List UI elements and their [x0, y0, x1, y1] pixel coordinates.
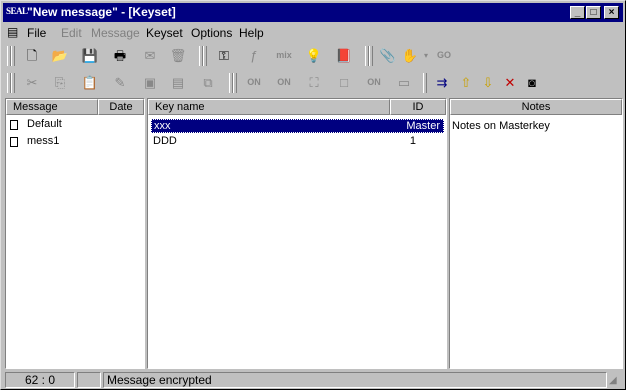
menu-edit[interactable]: Edit	[61, 26, 82, 40]
minimize-button[interactable]: _	[570, 6, 585, 19]
key-icon[interactable]: ⚿	[215, 47, 233, 65]
table-row[interactable]: DDD 1	[151, 134, 444, 149]
key-name-cell: xxx	[154, 120, 171, 132]
column-header-message[interactable]: Message	[6, 99, 98, 115]
menu-help[interactable]: Help	[239, 26, 264, 40]
decrypt-on-icon[interactable]: ON	[275, 78, 293, 96]
duplicate-icon[interactable]: ⧉	[199, 74, 217, 92]
main-window: SEAL "New message" - [Keyset] _ □ × ▤ Fi…	[0, 0, 626, 390]
menu-options[interactable]: Options	[191, 26, 232, 40]
column-header-key-name[interactable]: Key name	[148, 99, 390, 115]
menu-bar: ▤ File Edit Message Keyset Options Help	[3, 23, 623, 41]
toolbar-main: 🗋 📂 💾 🖶 ✉ 🗑 ⚿ ƒ mix 💡 📕 📎 ✋ ▾ GO	[3, 43, 623, 69]
book-icon[interactable]: 📕	[335, 47, 353, 65]
list-item-label: Default	[27, 118, 62, 130]
properties-icon[interactable]: ◙	[523, 74, 541, 92]
status-message: Message encrypted	[103, 372, 607, 388]
sign-icon[interactable]: ▣	[141, 74, 159, 92]
document-menu-icon[interactable]: ▤	[7, 25, 18, 39]
copy-icon[interactable]: ⎘	[51, 74, 69, 92]
dropdown-arrow-icon[interactable]: ▾	[417, 47, 435, 65]
list-item-label: mess1	[27, 135, 60, 147]
trash-icon[interactable]: 🗑	[169, 47, 187, 65]
panel-icon[interactable]: ▭	[395, 74, 413, 92]
function-icon[interactable]: ƒ	[245, 47, 263, 65]
arrow-down-icon[interactable]: ⇩	[479, 74, 497, 92]
key-name-cell: DDD	[153, 135, 177, 147]
toolbar-grip[interactable]	[369, 46, 373, 66]
compress-on-icon[interactable]: ON	[365, 78, 383, 96]
document-icon[interactable]: ▤	[169, 74, 187, 92]
import-key-icon[interactable]: ⇉	[433, 74, 451, 92]
toolbar-grip[interactable]	[423, 73, 427, 93]
paste-icon[interactable]: 📋	[81, 74, 99, 92]
go-icon[interactable]: GO	[435, 51, 453, 69]
list-item[interactable]: mess1	[6, 134, 144, 149]
table-row[interactable]: xxx Master	[151, 119, 444, 133]
frame-icon[interactable]: ⛶	[305, 74, 323, 92]
mail-icon[interactable]: ✉	[141, 47, 159, 65]
status-bar: 62 : 0 Message encrypted ◢	[3, 371, 623, 389]
key-id-cell: 1	[409, 135, 416, 147]
toolbar-grip[interactable]	[11, 73, 15, 93]
lightbulb-icon[interactable]: 💡	[305, 47, 323, 65]
column-header-date[interactable]: Date	[98, 99, 144, 115]
encrypt-on-icon[interactable]: ON	[245, 78, 263, 96]
delete-icon[interactable]: ✕	[501, 74, 519, 92]
cut-icon[interactable]: ✂	[23, 74, 41, 92]
message-list-pane: Message Date Default mess1	[5, 98, 145, 369]
title-bar[interactable]: SEAL "New message" - [Keyset] _ □ ×	[3, 3, 623, 22]
toolbar-grip[interactable]	[203, 46, 207, 66]
key-id-cell: Master	[406, 120, 440, 132]
menu-file[interactable]: File	[27, 26, 46, 40]
resize-grip-icon[interactable]: ◢	[609, 375, 617, 386]
notes-text[interactable]: Notes on Masterkey	[452, 120, 550, 132]
mix-icon[interactable]: mix	[275, 51, 293, 69]
print-icon[interactable]: 🖶	[111, 47, 129, 65]
cursor-position: 62 : 0	[5, 372, 75, 388]
window-title: "New message" - [Keyset]	[27, 5, 176, 19]
open-folder-icon[interactable]: 📂	[51, 47, 69, 65]
pen-icon[interactable]: ✎	[111, 74, 129, 92]
notes-pane: Notes Notes on Masterkey	[449, 98, 623, 369]
new-file-icon[interactable]: 🗋	[23, 47, 41, 65]
key-list-pane: Key name ID xxx Master DDD 1	[147, 98, 447, 369]
save-icon[interactable]: 💾	[81, 47, 99, 65]
menu-message[interactable]: Message	[91, 26, 140, 40]
toolbar-grip[interactable]	[11, 46, 15, 66]
toolbar-edit: ✂ ⎘ 📋 ✎ ▣ ▤ ⧉ ON ON ⛶ □ ON ▭ ⇉ ⇧ ⇩ ✕ ◙	[3, 70, 623, 96]
status-indicator	[77, 372, 101, 388]
paperclip-icon[interactable]: 📎	[379, 47, 397, 65]
square-icon[interactable]: □	[335, 74, 353, 92]
document-icon	[10, 120, 18, 130]
notes-header: Notes	[450, 99, 622, 115]
maximize-button[interactable]: □	[586, 6, 601, 19]
menu-keyset[interactable]: Keyset	[146, 26, 183, 40]
arrow-up-icon[interactable]: ⇧	[457, 74, 475, 92]
toolbar-grip[interactable]	[233, 73, 237, 93]
column-header-id[interactable]: ID	[390, 99, 446, 115]
app-logo: SEAL	[6, 6, 28, 16]
close-button[interactable]: ×	[604, 6, 619, 19]
document-icon	[10, 137, 18, 147]
list-item[interactable]: Default	[6, 117, 144, 132]
